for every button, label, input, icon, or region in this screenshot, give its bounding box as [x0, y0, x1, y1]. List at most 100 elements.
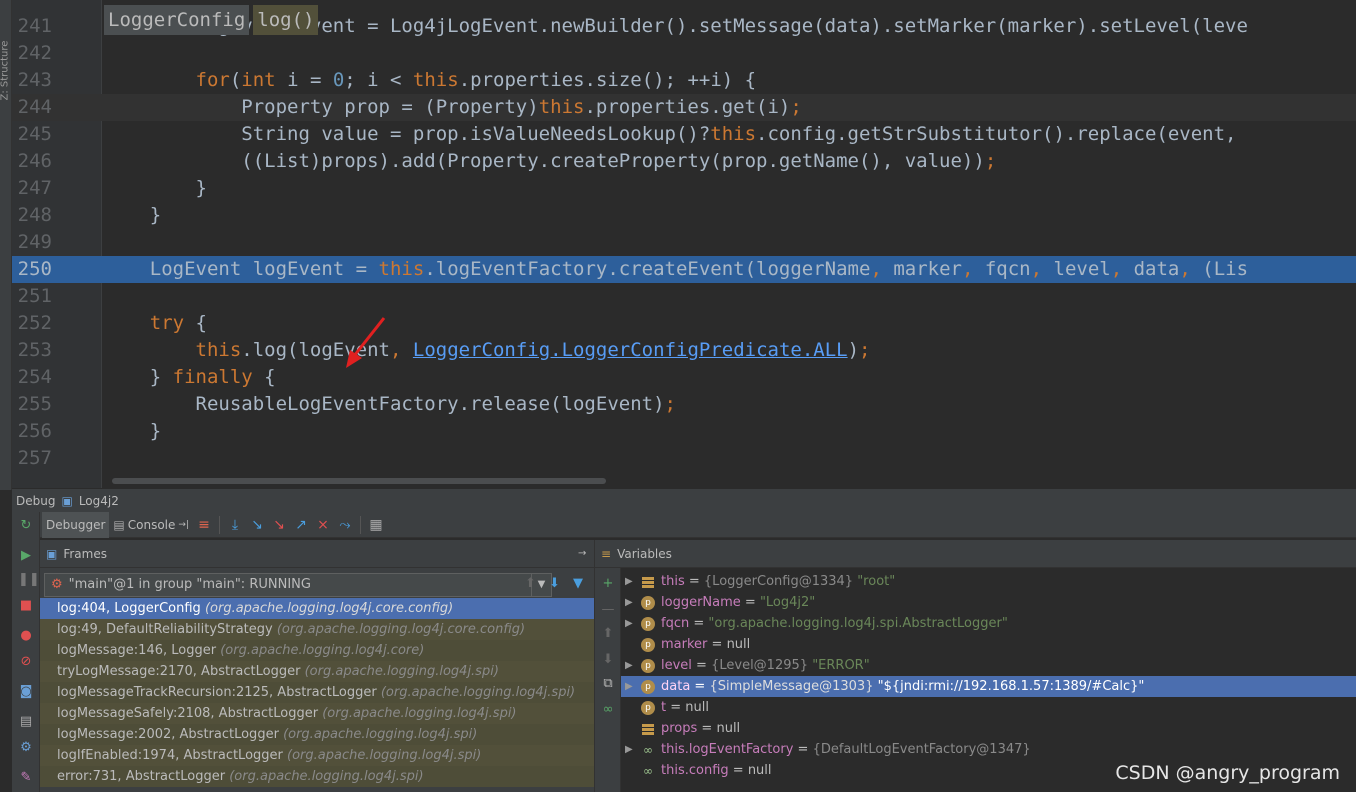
view-breakpoints-icon[interactable]: ● [18, 628, 34, 644]
line-number[interactable]: 249 [12, 229, 52, 256]
breadcrumb-method[interactable]: log() [253, 5, 319, 35]
remove-watch-icon[interactable]: — [600, 602, 616, 618]
variable-row[interactable]: ▶ this = {LoggerConfig@1334} "root" [621, 571, 1356, 592]
camera-icon[interactable]: ◙ [18, 684, 34, 700]
line-number[interactable]: 250 [12, 256, 52, 283]
line-number[interactable]: 241 [12, 13, 52, 40]
line-number[interactable]: 254 [12, 364, 52, 391]
stack-frame[interactable]: logMessageSafely:2108, AbstractLogger (o… [40, 703, 594, 724]
line-number[interactable]: 256 [12, 418, 52, 445]
code-line[interactable]: 252 try { [12, 310, 1356, 337]
tab-console[interactable]: ▤ Console →| [109, 512, 193, 538]
force-step-into-icon[interactable]: ↘ [268, 515, 290, 535]
code-line[interactable]: 243 for(int i = 0; i < this.properties.s… [12, 67, 1356, 94]
code-line[interactable]: 249 [12, 229, 1356, 256]
step-out-icon[interactable]: ↗ [290, 515, 312, 535]
show-inline-values-icon[interactable]: ∞ [600, 702, 616, 718]
stack-frame[interactable]: logMessage:2002, AbstractLogger (org.apa… [40, 724, 594, 745]
expand-arrow-icon[interactable]: ▶ [625, 676, 633, 697]
stop-icon[interactable]: ■ [18, 598, 34, 614]
variable-row[interactable]: ▶ p loggerName = "Log4j2" [621, 592, 1356, 613]
stack-frame[interactable]: logMessage:146, Logger (org.apache.loggi… [40, 640, 594, 661]
arrow-up-icon[interactable]: ⬆ [525, 576, 536, 591]
line-number[interactable]: 253 [12, 337, 52, 364]
evaluate-expression-icon[interactable]: ▦ [365, 515, 387, 535]
expand-arrow-icon[interactable]: ▶ [625, 655, 633, 676]
code-line[interactable]: 253 this.log(logEvent, LoggerConfig.Logg… [12, 337, 1356, 364]
code-line[interactable]: 254 } finally { [12, 364, 1356, 391]
settings-icon[interactable]: ⚙ [18, 740, 34, 756]
arrow-down-icon[interactable]: ⬇ [549, 576, 560, 591]
code-line[interactable]: 251 [12, 283, 1356, 310]
variable-row[interactable]: p marker = null [621, 634, 1356, 655]
step-into-icon[interactable]: ↘ [246, 515, 268, 535]
pause-icon[interactable]: ❚❚ [18, 572, 40, 588]
variable-row[interactable]: ▶ p fqcn = "org.apache.logging.log4j.spi.A… [621, 613, 1356, 634]
variables-panel: ≡ Variables + — ⬆ ⬇ ⧉ ∞ ▶ this = {LoggerC… [594, 540, 1356, 792]
code-line[interactable]: 256 } [12, 418, 1356, 445]
expand-arrow-icon[interactable]: ▶ [625, 613, 633, 634]
filter-icon[interactable]: ▼ [573, 576, 583, 591]
variable-row[interactable]: ▶ p data = {SimpleMessage@1303} "${jndi:rm… [621, 676, 1356, 697]
variable-row[interactable]: props = null [621, 718, 1356, 739]
code-line[interactable]: 248 } [12, 202, 1356, 229]
code-line[interactable]: 257 [12, 445, 1356, 472]
code-line[interactable]: 244 Property prop = (Property)this.prope… [12, 94, 1356, 121]
stack-frame[interactable]: error:731, AbstractLogger (org.apache.lo… [40, 766, 594, 787]
structure-tab-label[interactable]: Z: Structure [0, 31, 11, 101]
run-config-name[interactable]: Log4j2 [79, 494, 119, 508]
new-watch-icon[interactable]: + [600, 576, 616, 592]
line-number[interactable]: 248 [12, 202, 52, 229]
code-line[interactable]: 255 ReusableLogEventFactory.release(logE… [12, 391, 1356, 418]
rerun-icon[interactable]: ↻ [18, 518, 34, 534]
move-up-icon[interactable]: ⬆ [600, 626, 616, 642]
stack-frame[interactable]: log:49, DefaultReliabilityStrategy (org.… [40, 619, 594, 640]
mute-breakpoints-icon[interactable]: ⊘ [18, 654, 34, 670]
expand-arrow-icon[interactable]: ▶ [625, 592, 633, 613]
variable-value: "org.apache.logging.log4j.spi.AbstractLo… [708, 616, 1008, 631]
thread-selector[interactable]: ⚙ "main"@1 in group "main": RUNNING ▼ [44, 573, 552, 597]
restore-layout-icon[interactable]: ▤ [18, 714, 34, 730]
tab-debugger[interactable]: Debugger [42, 511, 110, 538]
hide-panel-icon[interactable]: → [578, 548, 586, 559]
stack-frame[interactable]: tryLogMessage:2170, AbstractLogger (org.… [40, 661, 594, 682]
frame-method: log:404, LoggerConfig [57, 601, 201, 616]
line-number[interactable]: 246 [12, 148, 52, 175]
line-number[interactable]: 252 [12, 310, 52, 337]
code-line[interactable]: 250 LogEvent logEvent = this.logEventFac… [12, 256, 1356, 283]
code-link[interactable]: LoggerConfig.LoggerConfigPredicate.ALL [413, 339, 848, 361]
run-to-cursor-icon[interactable]: ⤳ [334, 515, 356, 535]
line-number[interactable]: 255 [12, 391, 52, 418]
resume-icon[interactable]: ▶ [18, 548, 34, 564]
pin-tab-icon[interactable]: ✎ [18, 770, 34, 786]
drop-frame-icon[interactable]: ⨯ [312, 515, 334, 535]
breadcrumb-class[interactable]: LoggerConfig [104, 5, 250, 35]
code-text: } [104, 418, 161, 445]
code-line[interactable]: 246 ((List)props).add(Property.createPro… [12, 148, 1356, 175]
code-editor[interactable]: LoggerConfig log() 241 LogEvent event = … [12, 0, 1356, 488]
line-number[interactable]: 251 [12, 283, 52, 310]
show-execution-point-icon[interactable]: ≡ [193, 515, 215, 535]
line-number[interactable]: 257 [12, 445, 52, 472]
stack-frame[interactable]: log:404, LoggerConfig (org.apache.loggin… [40, 598, 594, 619]
expand-arrow-icon[interactable]: ▶ [625, 739, 633, 760]
line-number[interactable]: 245 [12, 121, 52, 148]
expand-arrow-icon[interactable]: ▶ [625, 571, 633, 592]
line-number[interactable]: 242 [12, 40, 52, 67]
variable-row[interactable]: ▶ p level = {Level@1295} "ERROR" [621, 655, 1356, 676]
code-line[interactable]: 245 String value = prop.isValueNeedsLook… [12, 121, 1356, 148]
code-line[interactable]: 242 [12, 40, 1356, 67]
copy-icon[interactable]: ⧉ [600, 676, 616, 692]
stack-frame[interactable]: logIfEnabled:1974, AbstractLogger (org.a… [40, 745, 594, 766]
line-number[interactable]: 244 [12, 94, 52, 121]
variable-row[interactable]: ▶ ∞ this.logEventFactory = {DefaultLogEven… [621, 739, 1356, 760]
code-token: this [378, 258, 425, 280]
move-down-icon[interactable]: ⬇ [600, 652, 616, 668]
step-over-icon[interactable]: ⤓ [224, 515, 246, 535]
variable-row[interactable]: pt = null [621, 697, 1356, 718]
line-number[interactable]: 247 [12, 175, 52, 202]
code-line[interactable]: 247 } [12, 175, 1356, 202]
line-number[interactable]: 243 [12, 67, 52, 94]
horizontal-scrollbar[interactable] [112, 478, 606, 484]
stack-frame[interactable]: logMessageTrackRecursion:2125, AbstractL… [40, 682, 594, 703]
